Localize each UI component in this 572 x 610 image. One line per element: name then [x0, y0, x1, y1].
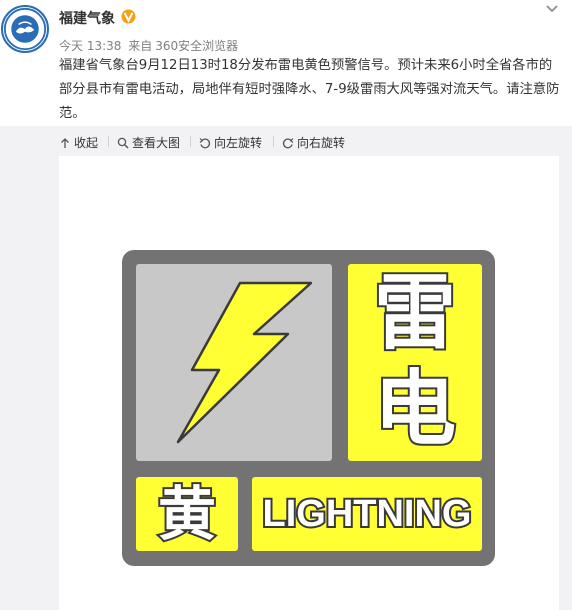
- rotate-right-icon: [282, 137, 294, 148]
- author-name[interactable]: 福建气象: [59, 8, 115, 28]
- view-large-label: 查看大图: [132, 136, 181, 150]
- sign-char-electric: 电: [372, 360, 458, 459]
- collapse-button[interactable]: 收起: [59, 134, 98, 151]
- weibo-post: 福建气象 今天 13:38 来自 360安全浏览器 福建省气象台9月12日13时1…: [0, 0, 572, 610]
- media-toolbar: 收起 查看大图 向左旋转 向右旋转: [0, 126, 572, 156]
- rotate-left-label: 向左旋转: [214, 136, 263, 150]
- post-meta: 今天 13:38 来自 360安全浏览器: [59, 37, 241, 54]
- divider: [108, 136, 109, 147]
- meteorological-bureau-logo: [3, 7, 47, 51]
- rotate-right-label: 向右旋转: [297, 136, 346, 150]
- arrow-up-icon: [61, 137, 69, 148]
- lightning-bolt-icon: [176, 281, 312, 444]
- chevron-down-icon[interactable]: [544, 3, 560, 15]
- sign-char-thunder: 雷: [372, 264, 458, 363]
- verified-badge-icon: [121, 9, 136, 24]
- post-time[interactable]: 今天 13:38: [59, 39, 121, 53]
- post-source[interactable]: 360安全浏览器: [155, 39, 238, 53]
- magnifier-icon: [117, 137, 129, 149]
- rotate-right-button[interactable]: 向右旋转: [282, 134, 345, 151]
- divider: [273, 136, 274, 147]
- rotate-left-button[interactable]: 向左旋转: [199, 134, 262, 151]
- avatar[interactable]: [1, 5, 49, 53]
- rotate-left-icon: [199, 137, 211, 148]
- view-large-button[interactable]: 查看大图: [117, 134, 180, 151]
- collapse-label: 收起: [74, 136, 99, 150]
- sign-english-label: LIGHTNING: [261, 491, 474, 537]
- source-prefix: 来自: [128, 39, 153, 53]
- post-text: 福建省气象台9月12日13时18分发布雷电黄色预警信号。预计未来6小时全省各市的…: [59, 58, 560, 121]
- sign-char-yellow: 黄: [156, 478, 218, 550]
- divider: [190, 136, 191, 147]
